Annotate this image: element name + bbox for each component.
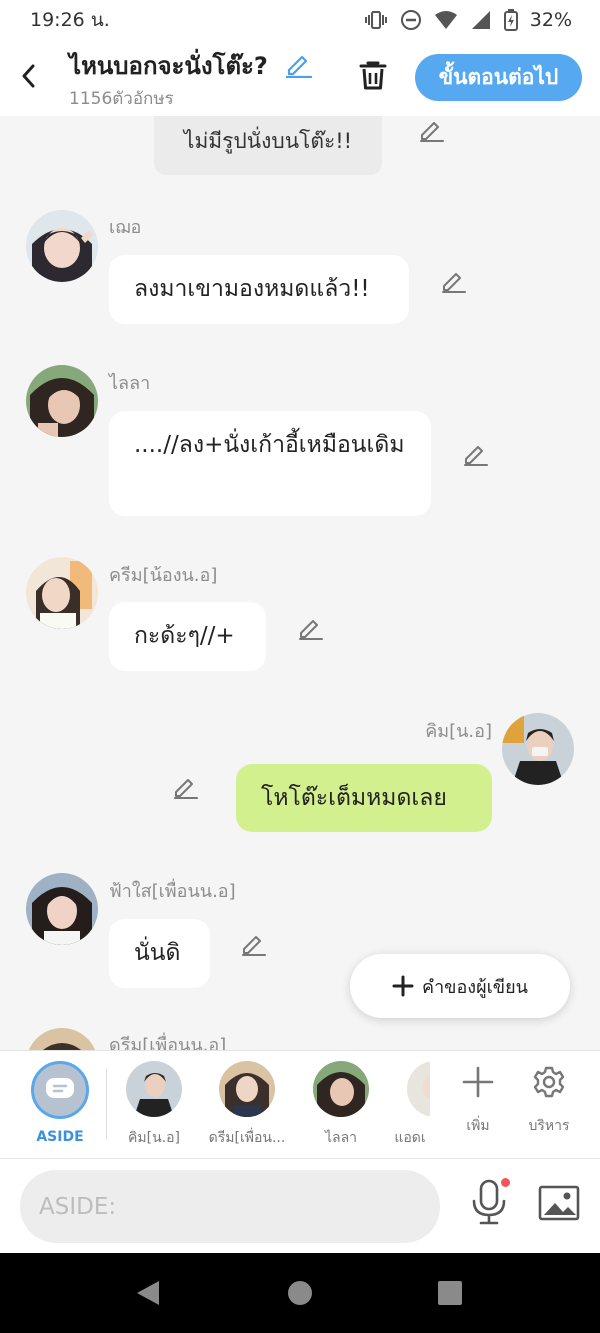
chat-area[interactable]: ไม่มีรูปนั่งบนโต๊ะ!! เฌอ ลงมาเขามองหมดแล… (0, 116, 600, 1050)
avatar (407, 1061, 430, 1117)
chat-bubble-icon (46, 1078, 74, 1098)
status-icons: 32% (364, 9, 572, 31)
nav-home-icon[interactable] (288, 1281, 312, 1305)
character-item[interactable]: คิม[น.อ] (109, 1061, 199, 1149)
vibrate-icon (364, 11, 387, 29)
signal-icon (471, 11, 490, 29)
image-icon (538, 1185, 580, 1221)
pencil-icon[interactable] (419, 118, 445, 142)
image-button[interactable] (538, 1185, 580, 1225)
voice-button[interactable] (470, 1179, 508, 1229)
add-character-button[interactable]: เพิ่ม (443, 1065, 513, 1137)
next-step-button[interactable]: ขั้นตอนต่อไป (415, 54, 582, 101)
status-time: 19:26 น. (30, 9, 110, 31)
plus-icon (392, 975, 414, 997)
avatar[interactable] (26, 557, 98, 629)
character-label: ASIDE (36, 1129, 84, 1145)
speaker-name: ดรีม[เพื่อนน.อ] (109, 1035, 227, 1050)
nav-recents-icon[interactable] (438, 1281, 462, 1305)
battery-level: 32% (529, 9, 572, 31)
avatar[interactable] (26, 365, 98, 437)
app-header: ไหนบอกจะนั่งโต๊ะ? 1156ตัวอักษร ขั้นตอนต่… (0, 40, 600, 116)
manage-label: บริหาร (528, 1118, 570, 1134)
avatar (126, 1061, 182, 1117)
character-item[interactable]: ดรีม[เพื่อน... (202, 1061, 292, 1149)
character-label: คิม[น.อ] (128, 1130, 180, 1146)
avatar[interactable] (26, 1028, 98, 1050)
story-title[interactable]: ไหนบอกจะนั่งโต๊ะ? (69, 46, 268, 85)
avatar (219, 1061, 275, 1117)
wifi-icon (434, 11, 457, 29)
pencil-icon[interactable] (441, 269, 467, 293)
avatar[interactable] (502, 713, 574, 785)
pencil-icon[interactable] (298, 616, 324, 640)
pencil-icon (285, 55, 313, 79)
character-count: 1156ตัวอักษร (69, 89, 174, 109)
speaker-name: ครีม[น้องน.อ] (109, 565, 218, 586)
character-bar: ASIDE คิม[น.อ] ดรีม[เพื่อน... ไลลา แอดเ … (0, 1050, 600, 1158)
notification-dot (501, 1178, 510, 1187)
back-button[interactable] (14, 58, 42, 94)
pencil-icon[interactable] (241, 932, 267, 956)
message-bubble[interactable]: นั่นดิ (109, 919, 210, 988)
input-area (0, 1158, 600, 1253)
message-bubble[interactable]: ลงมาเขามองหมดแล้ว!! (109, 255, 409, 324)
avatar[interactable] (26, 210, 98, 282)
character-label: แอดเ (394, 1130, 426, 1146)
speaker-name: ไลลา (109, 373, 151, 394)
message-bubble[interactable]: โหโต๊ะเต็มหมดเลย (236, 764, 492, 832)
pencil-icon[interactable] (463, 442, 489, 466)
speaker-name: เฌอ (109, 217, 142, 238)
author-note-label: คำของผู้เขียน (422, 976, 528, 998)
gear-icon (533, 1066, 565, 1098)
manage-characters-button[interactable]: บริหาร (514, 1065, 584, 1137)
add-label: เพิ่ม (466, 1118, 490, 1134)
character-aside[interactable]: ASIDE (15, 1061, 105, 1145)
author-note-button[interactable]: คำของผู้เขียน (350, 954, 570, 1018)
system-nav-bar (0, 1253, 600, 1333)
back-arrow-icon (22, 64, 35, 88)
character-item[interactable]: แอดเ (390, 1061, 430, 1149)
nav-back-icon[interactable] (135, 1279, 161, 1307)
message-input[interactable] (20, 1170, 440, 1243)
battery-icon (503, 9, 518, 31)
avatar[interactable] (26, 873, 98, 945)
speaker-name: ฟ้าใส[เพื่อนน.อ] (109, 881, 236, 902)
aside-avatar (31, 1061, 89, 1119)
delete-button[interactable] (356, 58, 390, 96)
character-label: ไลลา (324, 1130, 358, 1146)
do-not-disturb-icon (400, 10, 421, 30)
avatar (313, 1061, 369, 1117)
edit-title-button[interactable] (285, 52, 313, 82)
message-bubble[interactable]: กะด้ะๆ//+ (109, 602, 266, 671)
trash-icon (359, 61, 387, 90)
status-bar: 19:26 น. 32% (0, 0, 600, 40)
message-bubble[interactable]: ....//ลง+นั่งเก้าอี้เหมือนเดิม (109, 411, 431, 516)
plus-icon (462, 1066, 494, 1098)
character-item[interactable]: ไลลา (296, 1061, 386, 1149)
narration-bubble[interactable]: ไม่มีรูปนั่งบนโต๊ะ!! (154, 116, 382, 175)
pencil-icon[interactable] (173, 775, 199, 799)
divider (106, 1069, 107, 1139)
speaker-name: คิม[น.อ] (425, 721, 492, 742)
character-label: ดรีม[เพื่อน... (208, 1130, 286, 1146)
